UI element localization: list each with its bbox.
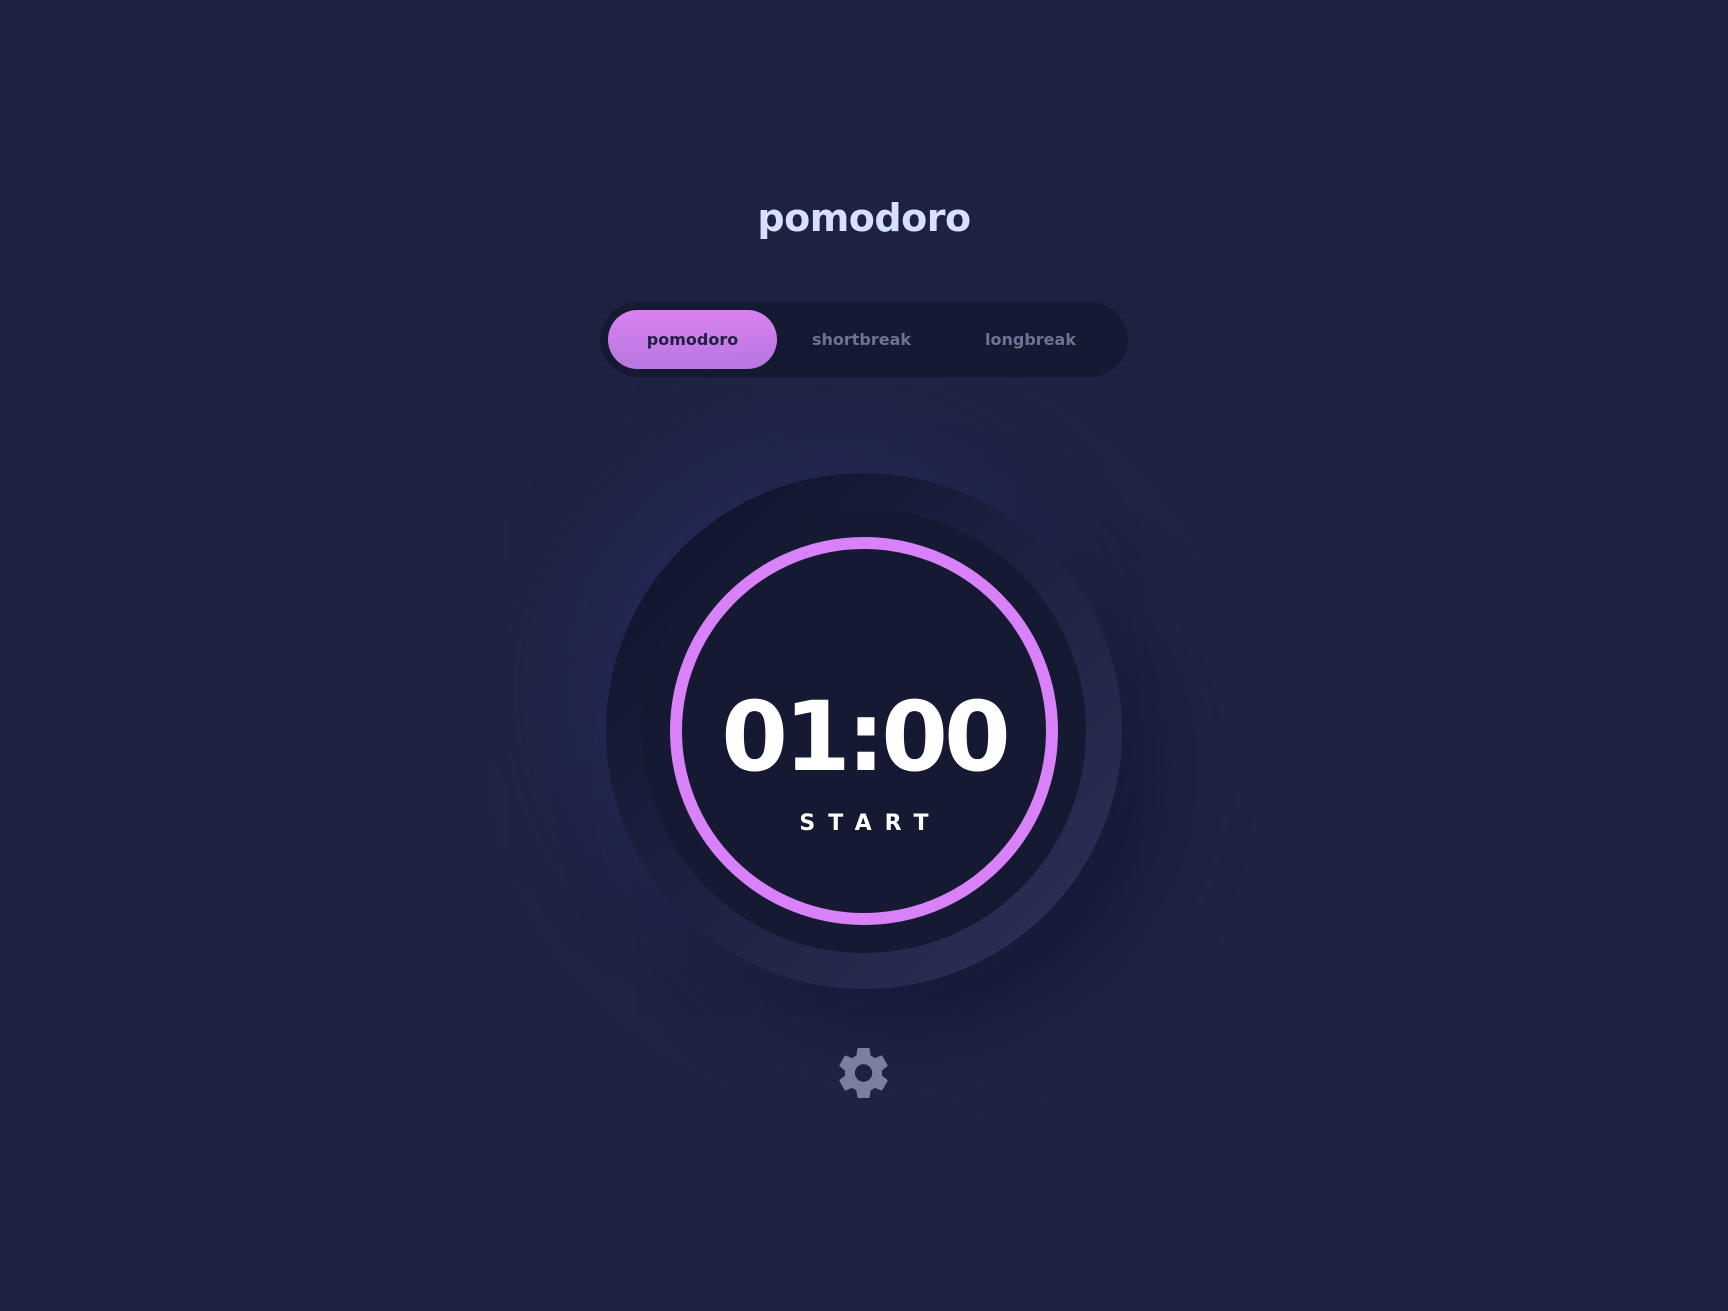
timer-face: 01:00 START bbox=[642, 509, 1086, 953]
mode-switcher: pomodoro shortbreak longbreak bbox=[600, 302, 1128, 377]
tab-longbreak[interactable]: longbreak bbox=[946, 310, 1115, 369]
app-title: pomodoro bbox=[757, 196, 971, 240]
settings-button[interactable] bbox=[839, 1048, 889, 1098]
gear-icon bbox=[839, 1048, 888, 1098]
tab-pomodoro[interactable]: pomodoro bbox=[608, 310, 777, 369]
start-button[interactable]: START bbox=[642, 811, 1086, 836]
timer-display: 01:00 bbox=[721, 681, 1011, 793]
timer-clock: 01:00 START bbox=[606, 473, 1122, 989]
tab-shortbreak[interactable]: shortbreak bbox=[777, 310, 946, 369]
pomodoro-page: pomodoro pomodoro shortbreak longbreak 0… bbox=[0, 0, 1728, 1311]
